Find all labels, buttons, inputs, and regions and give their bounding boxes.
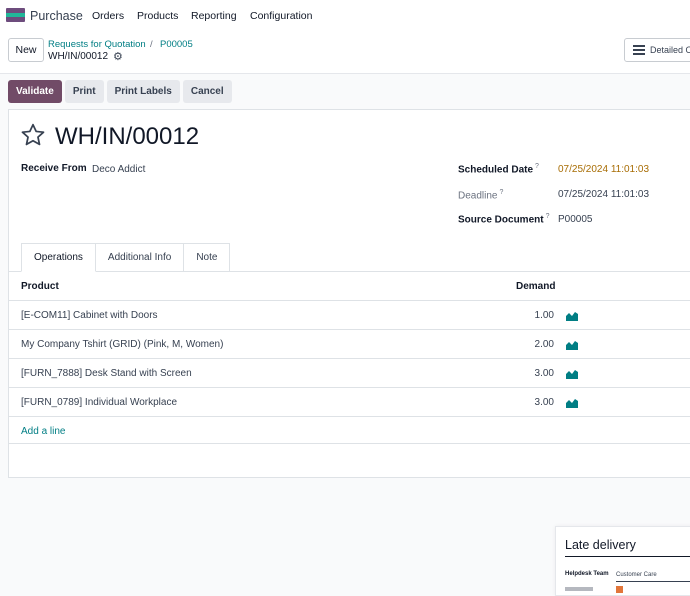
table-header: Product Demand <box>9 272 690 301</box>
late-delivery-panel: Late delivery Helpdesk Team Customer Car… <box>555 526 690 596</box>
table-bottom-divider <box>9 443 690 444</box>
product-cell: [FURN_7888] Desk Stand with Screen <box>21 368 192 379</box>
gear-icon[interactable]: ⚙ <box>113 50 123 63</box>
title-underline <box>565 556 690 557</box>
validate-button[interactable]: Validate <box>8 80 62 103</box>
helpdesk-team-field[interactable]: Customer Care <box>616 572 657 578</box>
menu-configuration[interactable]: Configuration <box>250 10 312 22</box>
table-row[interactable]: [E-COM11] Cabinet with Doors 1.00 <box>9 301 690 330</box>
control-panel: New Requests for Quotation / P00005 WH/I… <box>0 32 690 74</box>
table-row[interactable]: [FURN_7888] Desk Stand with Screen 3.00 <box>9 359 690 388</box>
demand-cell: 1.00 <box>534 310 554 321</box>
forecast-icon[interactable] <box>566 340 578 350</box>
help-icon: ? <box>545 213 550 220</box>
scheduled-date-field[interactable]: 07/25/2024 11:01:03 <box>558 164 649 175</box>
breadcrumb-po[interactable]: P00005 <box>160 39 193 50</box>
receive-from-label: Receive From <box>21 163 87 174</box>
menu-orders[interactable]: Orders <box>92 10 124 22</box>
column-product[interactable]: Product <box>21 281 59 292</box>
source-document-field[interactable]: P00005 <box>558 214 592 225</box>
breadcrumb-separator: / <box>150 39 153 50</box>
deadline-label: Deadline? <box>458 189 504 202</box>
product-cell: My Company Tshirt (GRID) (Pink, M, Women… <box>21 339 224 350</box>
helpdesk-team-label: Helpdesk Team <box>565 571 609 577</box>
late-delivery-title: Late delivery <box>565 538 636 552</box>
action-bar: Validate Print Print Labels Cancel <box>8 80 232 103</box>
top-navbar: Purchase Orders Products Reporting Confi… <box>0 0 690 32</box>
table-row[interactable]: [FURN_0789] Individual Workplace 3.00 <box>9 388 690 417</box>
forecast-icon[interactable] <box>566 311 578 321</box>
breadcrumb-rfq[interactable]: Requests for Quotation <box>48 39 146 50</box>
forecast-icon[interactable] <box>566 369 578 379</box>
demand-cell: 3.00 <box>534 397 554 408</box>
breadcrumb-current: WH/IN/00012 <box>48 51 109 62</box>
list-icon <box>633 45 645 55</box>
help-icon: ? <box>499 189 504 196</box>
column-demand[interactable]: Demand <box>516 281 555 292</box>
demand-cell: 2.00 <box>534 339 554 350</box>
form-sheet: WH/IN/00012 Receive From Deco Addict Sch… <box>8 109 690 478</box>
demand-cell: 3.00 <box>534 368 554 379</box>
new-button[interactable]: New <box>8 38 44 62</box>
source-document-label: Source Document? <box>458 213 550 226</box>
receive-from-field[interactable]: Deco Addict <box>92 164 145 175</box>
detailed-operations-button[interactable]: Detailed O <box>624 38 690 62</box>
tab-operations[interactable]: Operations <box>21 243 96 272</box>
cancel-button[interactable]: Cancel <box>182 80 232 103</box>
scheduled-date-label: Scheduled Date? <box>458 163 539 176</box>
assigned-label-partial <box>565 587 593 591</box>
purchase-app-icon[interactable] <box>6 8 25 22</box>
app-name[interactable]: Purchase <box>30 9 83 23</box>
forecast-icon[interactable] <box>566 398 578 408</box>
product-cell: [E-COM11] Cabinet with Doors <box>21 310 158 321</box>
product-cell: [FURN_0789] Individual Workplace <box>21 397 178 408</box>
add-line-link[interactable]: Add a line <box>21 426 65 437</box>
print-button[interactable]: Print <box>64 80 104 103</box>
menu-reporting[interactable]: Reporting <box>191 10 237 22</box>
menu-products[interactable]: Products <box>137 10 178 22</box>
tab-additional-info[interactable]: Additional Info <box>95 243 185 272</box>
record-title: WH/IN/00012 <box>55 123 200 150</box>
print-labels-button[interactable]: Print Labels <box>106 80 180 103</box>
detailed-operations-label: Detailed O <box>650 45 690 55</box>
notebook-tabs: Operations Additional Info Note <box>21 243 231 272</box>
star-icon[interactable] <box>20 122 46 148</box>
help-icon: ? <box>535 163 539 170</box>
field-underline <box>616 581 690 582</box>
tab-note[interactable]: Note <box>184 243 231 272</box>
deadline-field[interactable]: 07/25/2024 11:01:03 <box>558 189 649 200</box>
table-row[interactable]: My Company Tshirt (GRID) (Pink, M, Women… <box>9 330 690 359</box>
